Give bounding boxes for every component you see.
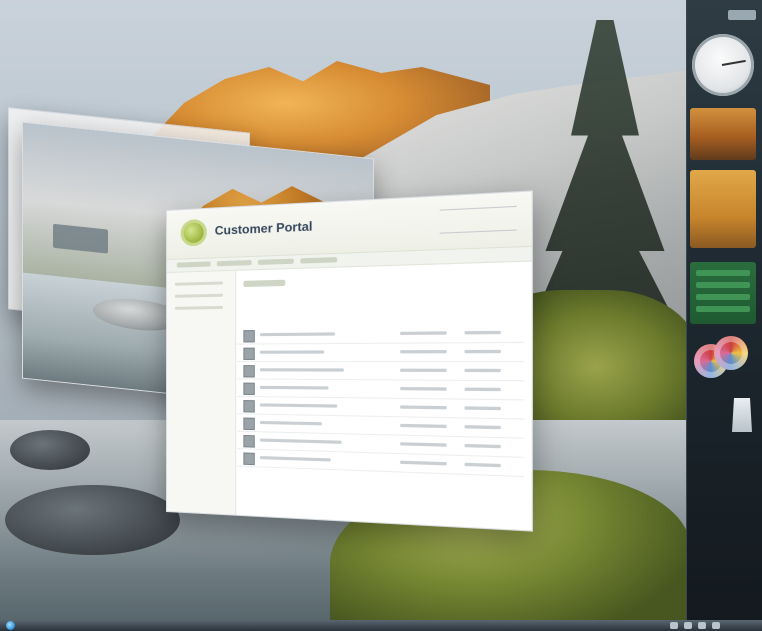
table-cell	[464, 425, 501, 430]
table-cell	[464, 443, 501, 449]
sidebar-item[interactable]	[174, 305, 223, 310]
nav-item[interactable]	[216, 260, 252, 267]
table-row[interactable]	[237, 323, 525, 345]
file-icon	[243, 452, 255, 466]
table-cell	[400, 460, 447, 466]
rock-small	[10, 430, 90, 470]
table-row[interactable]	[237, 362, 525, 382]
nav-item[interactable]	[300, 257, 338, 264]
tray-icon[interactable]	[712, 622, 720, 629]
file-icon	[243, 434, 255, 448]
file-icon	[243, 382, 255, 396]
desktop: Customer Portal	[0, 0, 762, 631]
nav-item[interactable]	[176, 261, 211, 268]
table-cell	[259, 456, 331, 462]
file-icon	[243, 417, 255, 431]
tray-icon[interactable]	[684, 622, 692, 629]
table-cell	[400, 405, 447, 410]
media-gadget[interactable]	[694, 336, 754, 384]
table-cell	[464, 349, 501, 354]
status-line	[696, 294, 750, 300]
table-cell	[400, 386, 447, 391]
tray-icon[interactable]	[698, 622, 706, 629]
table-cell	[259, 332, 335, 337]
table-cell	[464, 387, 501, 392]
table-cell	[259, 438, 342, 444]
table-cell	[400, 331, 447, 336]
file-table	[237, 323, 525, 517]
feed-gadget[interactable]	[690, 170, 756, 248]
portal-sidebar	[166, 270, 237, 515]
table-cell	[464, 462, 501, 468]
table-cell	[259, 385, 329, 390]
table-cell	[464, 330, 501, 335]
table-row[interactable]	[237, 342, 525, 363]
table-cell	[400, 368, 447, 372]
file-icon	[243, 347, 255, 360]
cd-icon	[714, 336, 748, 370]
file-icon	[243, 400, 255, 413]
sidebar-item[interactable]	[174, 293, 223, 298]
sidebar-header-icon[interactable]	[728, 10, 756, 20]
content-heading	[243, 279, 286, 288]
taskbar	[0, 620, 762, 631]
portal-logo-icon	[180, 218, 207, 247]
photo-gadget[interactable]	[690, 108, 756, 160]
table-cell	[259, 368, 344, 372]
file-icon	[243, 365, 255, 378]
status-line	[696, 306, 750, 312]
status-line	[696, 270, 750, 276]
table-cell	[259, 403, 338, 408]
photo-cabin	[53, 223, 108, 254]
start-button[interactable]	[6, 621, 15, 630]
clock-hand	[721, 59, 746, 66]
table-cell	[400, 423, 447, 429]
header-links[interactable]	[439, 205, 517, 234]
window-customer-portal[interactable]: Customer Portal	[166, 190, 533, 532]
clock-icon[interactable]	[692, 34, 754, 96]
recycle-bin-icon[interactable]	[732, 398, 752, 432]
table-cell	[259, 420, 322, 426]
table-cell	[259, 350, 325, 354]
portal-title: Customer Portal	[214, 218, 313, 238]
portal-content	[237, 262, 532, 531]
nav-item[interactable]	[257, 258, 294, 265]
sidebar-item[interactable]	[174, 281, 223, 286]
tray-icon[interactable]	[670, 622, 678, 629]
status-line	[696, 282, 750, 288]
table-cell	[464, 406, 501, 411]
table-cell	[400, 350, 447, 354]
table-cell	[464, 368, 501, 373]
status-gadget[interactable]	[690, 262, 756, 324]
file-icon	[243, 330, 255, 343]
rock-large	[5, 485, 180, 555]
table-cell	[400, 442, 447, 447]
